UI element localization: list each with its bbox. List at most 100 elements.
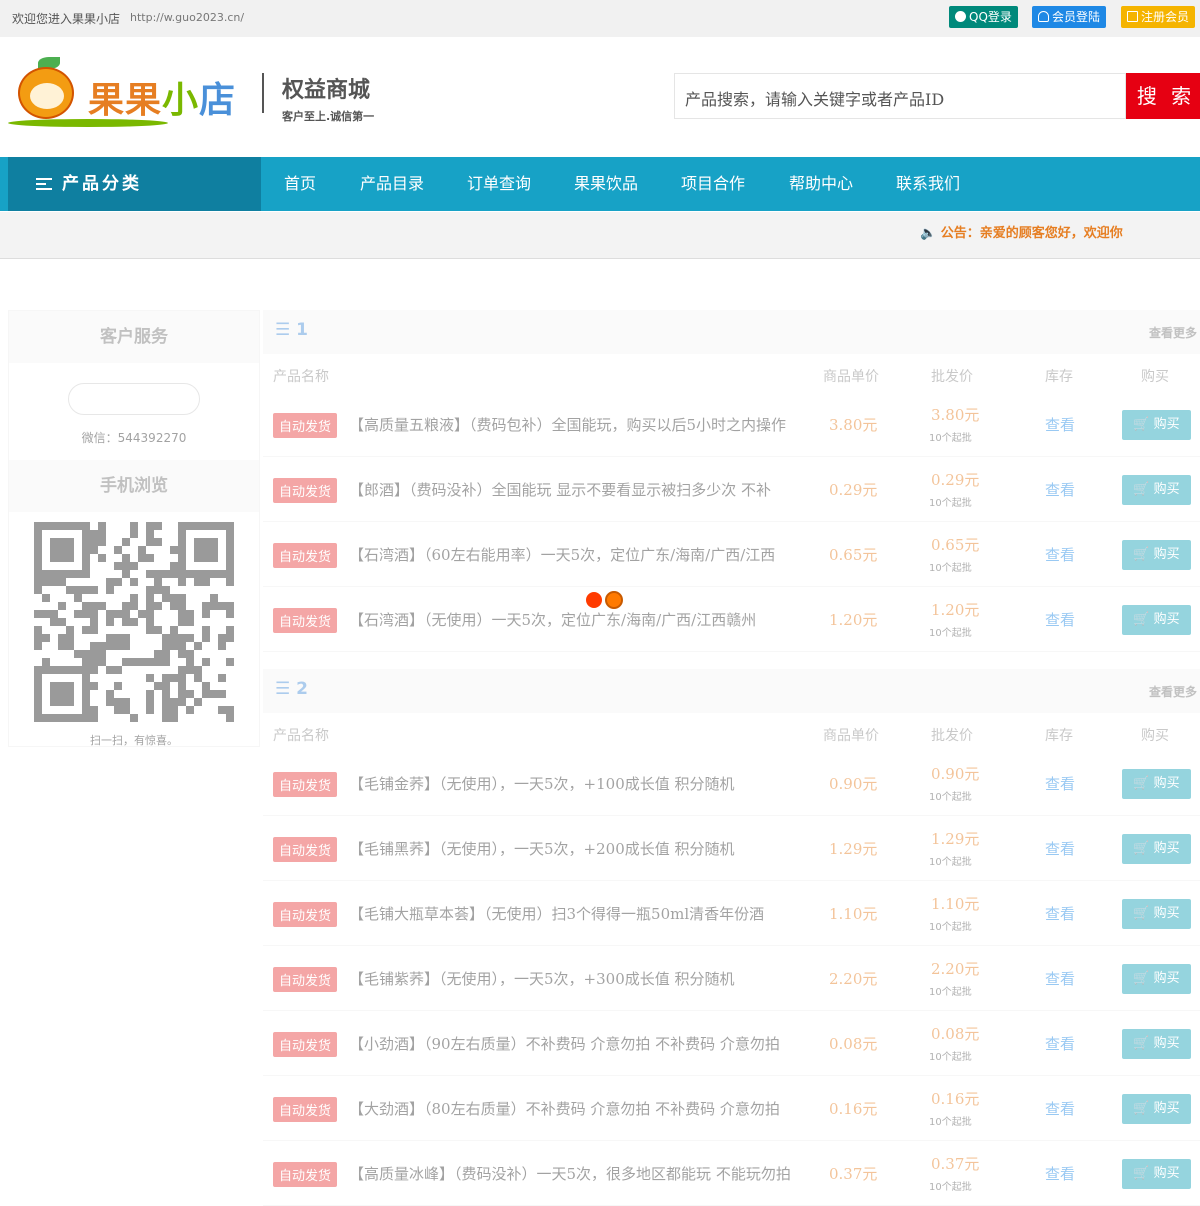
qr-module [210,626,218,634]
qr-module [106,698,114,706]
qr-module [186,682,194,690]
nav-item-order-query[interactable]: 订单查询 [467,157,531,211]
view-stock-link[interactable]: 查看 [1045,1163,1075,1184]
qr-module [74,714,82,722]
product-name-link[interactable]: 【石湾酒】（60左右能用率）一天5次，定位广东/海南/广西/江西 [349,544,795,565]
product-name-link[interactable]: 【高质量五粮液】（费码包补）全国能玩，购买以后5小时之内操作 [349,414,795,435]
site-url[interactable]: http://w.guo2023.cn/ [130,11,244,24]
view-stock-link[interactable]: 查看 [1045,903,1075,924]
buy-button[interactable]: 🛒 购买 [1122,540,1191,570]
search-input[interactable]: 产品搜索，请输入关键字或者产品ID [674,73,1126,119]
qr-module [218,602,226,610]
product-name-link[interactable]: 【大劲酒】（80左右质量）不补费码 介意勿拍 不补费码 介意勿拍 [349,1098,795,1119]
product-name-link[interactable]: 【毛铺金荞】（无使用），一天5次，+100成长值 积分随机 [349,773,795,794]
product-category-menu[interactable]: 产品分类 [8,157,261,211]
product-name-link[interactable]: 【郎酒】（费码没补）全国能玩 显示不要看显示被扫多少次 不补 [349,479,795,500]
product-name-link[interactable]: 【小劲酒】（90左右质量）不补费码 介意勿拍 不补费码 介意勿拍 [349,1033,795,1054]
qr-module [154,546,162,554]
qr-module [210,522,218,530]
view-stock-link[interactable]: 查看 [1045,968,1075,989]
qr-module [74,562,82,570]
buy-button[interactable]: 🛒 购买 [1122,1094,1191,1124]
qr-module [58,562,66,570]
qr-module [82,682,90,690]
nav-item-cooperation[interactable]: 项目合作 [681,157,745,211]
cart-icon: 🛒 [1133,776,1150,791]
qr-module [90,602,98,610]
view-stock-link[interactable]: 查看 [1045,609,1075,630]
buy-button[interactable]: 🛒 购买 [1122,769,1191,799]
qr-module [82,586,90,594]
qr-module [122,690,130,698]
qr-module [186,562,194,570]
qr-module [98,586,106,594]
buy-button[interactable]: 🛒 购买 [1122,899,1191,929]
qr-module [106,562,114,570]
qr-module [218,682,226,690]
table-row: 自动发货 【毛铺大瓶草本荟】（无使用）扫3个得得一瓶50ml清香年份酒 1.10元 1… [263,881,1200,946]
member-login-button[interactable]: 会员登陆 [1032,6,1107,28]
qr-module [178,634,186,642]
table-header: 产品名称 商品单价 批发价 库存 购买 [263,713,1200,751]
qq-login-button[interactable]: QQ登录 [949,6,1018,28]
qr-module [218,706,226,714]
qr-module [194,698,202,706]
buy-button[interactable]: 🛒 购买 [1122,1159,1191,1189]
qr-module [202,578,210,586]
qr-module [154,594,162,602]
qr-module [162,570,170,578]
wholesale-price: 0.65元 [931,536,980,554]
qr-module [202,618,210,626]
view-stock-link[interactable]: 查看 [1045,414,1075,435]
qr-caption: 扫一扫，有惊喜。 [90,734,178,747]
view-stock-link[interactable]: 查看 [1045,1033,1075,1054]
qr-module [202,690,210,698]
view-stock-link[interactable]: 查看 [1045,773,1075,794]
product-name-link[interactable]: 【石湾酒】（无使用）一天5次，定位广东/海南/广西/江西赣州 [349,609,795,630]
qr-module [202,530,210,538]
qr-module [122,610,130,618]
product-name-link[interactable]: 【毛铺紫荞】（无使用），一天5次，+300成长值 积分随机 [349,968,795,989]
qr-module [162,658,170,666]
site-logo[interactable]: 果果小店 [8,55,258,135]
welcome-text: 欢迎您进入果果小店 [12,12,121,26]
view-more-link[interactable]: 查看更多 [1149,324,1197,341]
buy-button[interactable]: 🛒 购买 [1122,964,1191,994]
view-stock-link[interactable]: 查看 [1045,838,1075,859]
qr-module [42,602,50,610]
product-name-link[interactable]: 【毛铺大瓶草本荟】（无使用）扫3个得得一瓶50ml清香年份酒 [349,903,795,924]
product-name-link[interactable]: 【高质量冰峰】（费码没补）一天5次，很多地区都能玩 不能玩勿拍 [349,1163,795,1184]
qr-module [138,546,146,554]
product-name-link[interactable]: 【毛铺黑荞】（无使用），一天5次，+200成长值 积分随机 [349,838,795,859]
nav-item-contact[interactable]: 联系我们 [896,157,960,211]
qr-module [98,578,106,586]
qr-module [226,546,234,554]
service-contact-button[interactable] [68,383,200,415]
buy-button[interactable]: 🛒 购买 [1122,834,1191,864]
view-stock-link[interactable]: 查看 [1045,479,1075,500]
col-buy: 购买 [1141,728,1169,744]
qr-module [74,546,82,554]
qr-module [146,594,154,602]
buy-button[interactable]: 🛒 购买 [1122,410,1191,440]
register-button[interactable]: 注册会员 [1121,6,1196,28]
view-stock-link[interactable]: 查看 [1045,1098,1075,1119]
nav-item-help[interactable]: 帮助中心 [789,157,853,211]
slogan-title: 权益商城 [282,78,371,103]
search-button[interactable]: 搜 索 [1126,73,1200,119]
qr-module [106,706,114,714]
qr-module [114,682,122,690]
qr-module [218,674,226,682]
buy-button[interactable]: 🛒 购买 [1122,605,1191,635]
nav-item-catalog[interactable]: 产品目录 [360,157,424,211]
buy-button[interactable]: 🛒 购买 [1122,1029,1191,1059]
qr-module [58,602,66,610]
view-more-link[interactable]: 查看更多 [1149,683,1197,700]
nav-item-drinks[interactable]: 果果饮品 [574,157,638,211]
qr-module [226,698,234,706]
view-stock-link[interactable]: 查看 [1045,544,1075,565]
buy-button[interactable]: 🛒 购买 [1122,475,1191,505]
qr-module [226,522,234,530]
nav-item-home[interactable]: 首页 [284,157,316,211]
qr-module [146,658,154,666]
